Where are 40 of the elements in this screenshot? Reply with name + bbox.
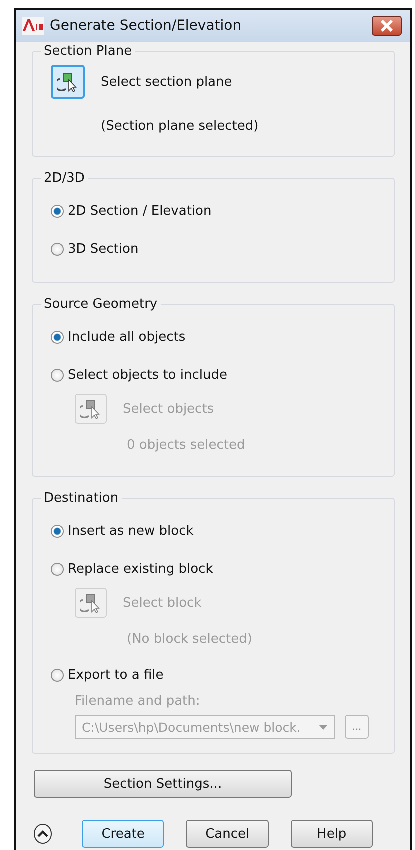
section-settings-button[interactable]: Section Settings...: [34, 770, 292, 798]
radio-button[interactable]: [51, 368, 64, 382]
pick-label: Select block: [123, 596, 202, 610]
dialog-button[interactable]: Cancel: [186, 820, 269, 848]
radio-option[interactable]: Include all objects: [51, 318, 382, 356]
pick-status: 0 objects selected: [127, 438, 246, 455]
dialog-button[interactable]: Help: [290, 820, 374, 848]
radio-button[interactable]: [51, 562, 64, 576]
group-title: Source Geometry: [43, 297, 159, 312]
dialog-button[interactable]: Create: [82, 820, 164, 848]
pick-cursor-icon: [80, 398, 102, 420]
radio-button[interactable]: [51, 330, 64, 344]
radio-button[interactable]: [51, 204, 64, 218]
close-icon: [380, 20, 394, 32]
radio-option[interactable]: Insert as new block: [51, 512, 382, 550]
radio-option[interactable]: 3D Section: [51, 230, 382, 268]
radio-option[interactable]: Export to a file: [51, 656, 382, 694]
dropdown-arrow-icon: [319, 724, 328, 730]
collapse-button[interactable]: [34, 824, 52, 844]
pick-status: (Section plane selected): [101, 119, 260, 134]
pick-status: (No block selected): [127, 632, 254, 649]
radio-button[interactable]: [51, 668, 64, 682]
pick-label: Select objects: [123, 402, 214, 416]
pick-cursor-icon: [80, 592, 102, 614]
chevron-up-icon: [37, 830, 50, 838]
close-button[interactable]: [372, 16, 402, 36]
pick-cursor-icon: [57, 71, 79, 93]
radio-button[interactable]: [51, 524, 64, 538]
select-plane-button[interactable]: [51, 65, 85, 99]
field-label: Filename and path:: [75, 694, 202, 709]
group-title: 2D/3D: [43, 171, 86, 186]
group-title: Section Plane: [43, 44, 134, 59]
group-title: Destination: [43, 491, 120, 506]
radio-option[interactable]: Select objects to include: [51, 356, 382, 394]
pick-label: Select section plane: [101, 74, 232, 90]
radio-button[interactable]: [51, 242, 64, 256]
app-icon: [22, 17, 44, 35]
radio-option[interactable]: Replace existing block: [51, 550, 382, 588]
window-title: Generate Section/Elevation: [50, 18, 243, 34]
radio-option[interactable]: 2D Section / Elevation: [51, 192, 382, 230]
